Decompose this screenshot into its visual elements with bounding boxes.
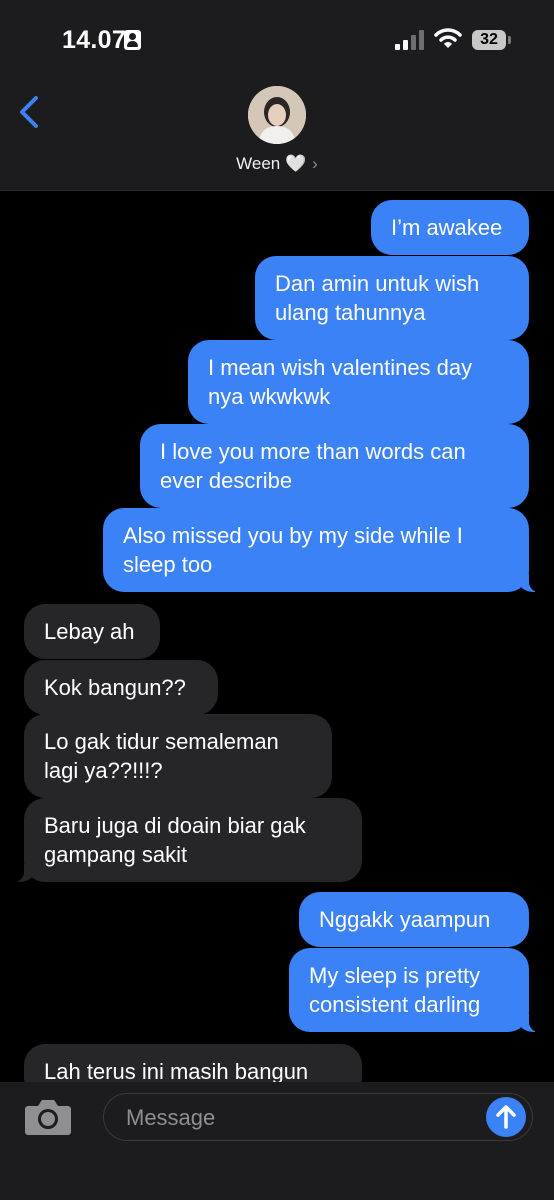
message-text-line: ever describe bbox=[160, 468, 293, 493]
message-text-line: I love you more than words can bbox=[160, 439, 466, 464]
message-bubble-incoming[interactable]: Kok bangun?? bbox=[24, 660, 218, 715]
contact-chevron-icon: › bbox=[312, 154, 318, 173]
message-text-line: I mean wish valentines day bbox=[208, 355, 473, 380]
message-text-line: ulang tahunnya bbox=[275, 300, 426, 325]
message-text-line: Also missed you by my side while I bbox=[123, 523, 463, 548]
message-bubble-outgoing[interactable]: Nggakk yaampun bbox=[299, 892, 529, 947]
message-text-line: I’m awakee bbox=[391, 215, 503, 240]
message-bubble-outgoing[interactable]: I’m awakee bbox=[371, 200, 529, 255]
message-text-line: My sleep is pretty bbox=[309, 963, 481, 988]
message-text-line: Lebay ah bbox=[44, 619, 135, 644]
battery-tip bbox=[508, 36, 511, 44]
message-text-line: gampang sakit bbox=[44, 842, 188, 867]
message-text-line: lagi ya??!!!? bbox=[44, 758, 163, 783]
message-text-line: Dan amin untuk wish bbox=[275, 271, 480, 296]
message-bubble-incoming[interactable]: Baru juga di doain biar gak gampang saki… bbox=[10, 798, 362, 882]
contact-avatar[interactable] bbox=[248, 86, 306, 144]
id-card-icon bbox=[124, 30, 141, 50]
contact-name-label: Ween 🤍 bbox=[236, 154, 307, 173]
status-time: 14.07 bbox=[62, 26, 127, 54]
message-bubble-outgoing[interactable]: I love you more than words can ever desc… bbox=[140, 424, 529, 508]
wifi-icon bbox=[434, 28, 462, 48]
message-text-line: Lo gak tidur semaleman bbox=[44, 729, 279, 754]
message-bubble-incoming[interactable]: Lo gak tidur semaleman lagi ya??!!!? bbox=[24, 714, 332, 798]
message-text-line: consistent darling bbox=[309, 992, 481, 1017]
contact-name[interactable]: Ween 🤍 › bbox=[0, 154, 554, 174]
send-arrow-icon[interactable] bbox=[486, 1097, 526, 1137]
message-text-line: nya wkwkwk bbox=[208, 384, 331, 409]
message-text-line: Baru juga di doain biar gak bbox=[44, 813, 306, 838]
message-field[interactable] bbox=[103, 1093, 533, 1141]
message-bubble-outgoing[interactable]: Also missed you by my side while I sleep… bbox=[103, 508, 543, 592]
message-text-line: Kok bangun?? bbox=[44, 675, 186, 700]
back-chevron-icon[interactable] bbox=[14, 92, 46, 132]
message-bubble-outgoing[interactable]: I mean wish valentines day nya wkwkwk bbox=[188, 340, 529, 424]
message-bubble-outgoing[interactable]: Dan amin untuk wish ulang tahunnya bbox=[255, 256, 529, 340]
message-text-line: Nggakk yaampun bbox=[319, 907, 491, 932]
message-bubble-outgoing[interactable]: My sleep is pretty consistent darling bbox=[289, 948, 543, 1032]
battery-icon: 32 bbox=[472, 30, 506, 50]
message-input[interactable] bbox=[124, 1094, 468, 1141]
signal-icon bbox=[395, 30, 424, 50]
message-text-line: sleep too bbox=[123, 552, 213, 577]
camera-icon[interactable] bbox=[24, 1096, 72, 1136]
message-bubble-incoming[interactable]: Lebay ah bbox=[24, 604, 160, 659]
avatar-photo bbox=[248, 86, 306, 144]
